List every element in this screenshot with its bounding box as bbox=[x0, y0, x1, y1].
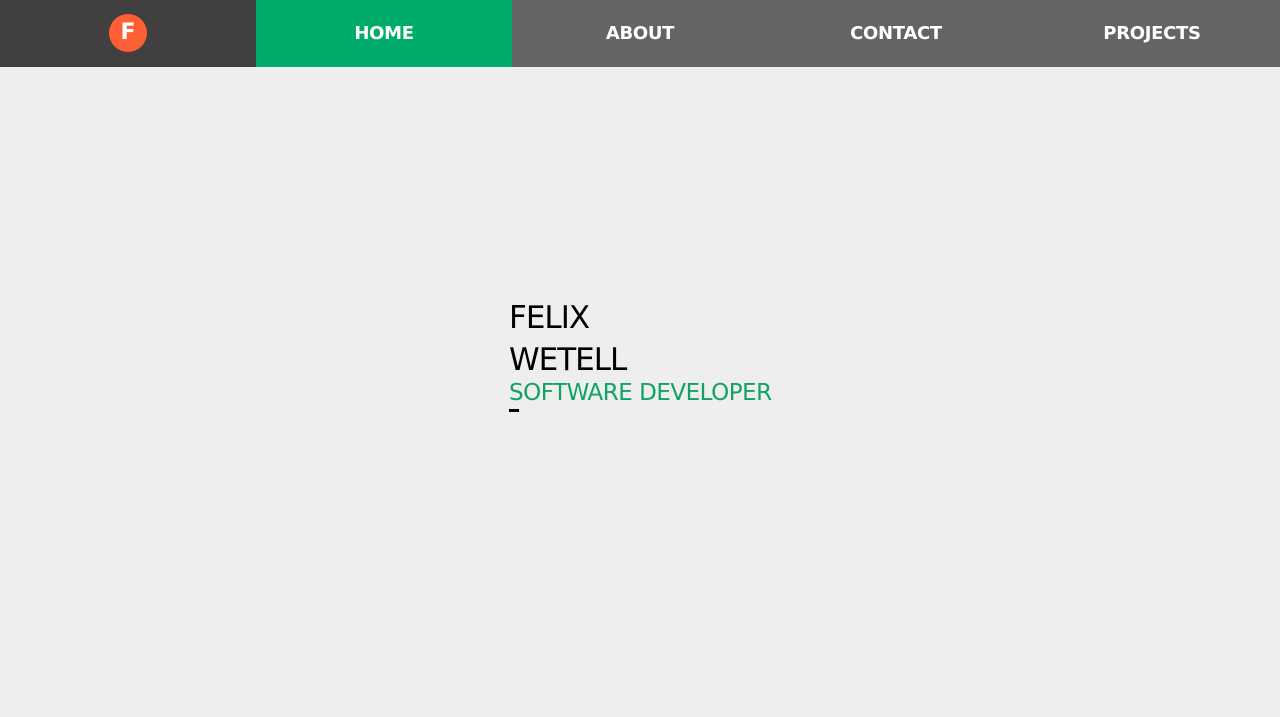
hero-section: FELIX WETELL SOFTWARE DEVELOPER bbox=[509, 297, 772, 412]
hero-last-name: WETELL bbox=[509, 342, 627, 378]
nav-item-label: PROJECTS bbox=[1103, 23, 1201, 44]
nav-item-label: CONTACT bbox=[850, 23, 942, 44]
nav-item-label: HOME bbox=[354, 23, 414, 44]
nav-item-contact[interactable]: CONTACT bbox=[768, 0, 1024, 67]
typing-cursor bbox=[509, 409, 519, 412]
top-navbar: F HOME ABOUT CONTACT PROJECTS bbox=[0, 0, 1280, 67]
hero-first-name: FELIX bbox=[509, 300, 590, 336]
nav-item-label: ABOUT bbox=[605, 23, 675, 44]
nav-item-projects[interactable]: PROJECTS bbox=[1024, 0, 1280, 67]
logo-letter: F bbox=[120, 19, 136, 45]
hero-role-title: SOFTWARE DEVELOPER bbox=[509, 380, 772, 406]
nav-item-home[interactable]: HOME bbox=[256, 0, 512, 67]
logo-icon[interactable]: F bbox=[109, 13, 147, 52]
nav-item-about[interactable]: ABOUT bbox=[512, 0, 768, 67]
logo-container: F bbox=[0, 0, 256, 67]
